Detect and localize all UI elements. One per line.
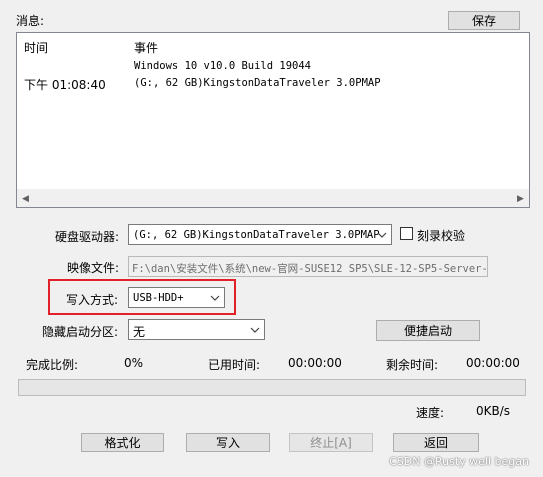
message-log[interactable]: 时间 事件 Windows 10 v10.0 Build 19044 下午 01… <box>16 32 530 208</box>
messages-label: 消息: <box>16 14 45 28</box>
write-mode-select[interactable]: USB-HDD+ <box>128 287 225 308</box>
back-button[interactable]: 返回 <box>393 433 479 452</box>
chevron-down-icon <box>377 232 387 238</box>
hidden-partition-value: 无 <box>133 325 146 339</box>
remaining-label: 剩余时间: <box>386 358 439 372</box>
hidden-partition-label: 隐藏启动分区: <box>42 325 119 339</box>
hidden-partition-select[interactable]: 无 <box>128 319 265 340</box>
write-button[interactable]: 写入 <box>186 433 270 452</box>
disk-select-value: (G:, 62 GB)KingstonDataTraveler 3.0PMAP <box>133 229 380 241</box>
log-row-2-time: 下午 01:08:40 <box>24 78 106 92</box>
chevron-down-icon <box>250 327 260 333</box>
quick-boot-button[interactable]: 便捷启动 <box>376 320 480 341</box>
format-button[interactable]: 格式化 <box>81 433 164 452</box>
log-row-1-event: Windows 10 v10.0 Build 19044 <box>134 60 312 72</box>
scroll-right-icon[interactable]: ▶ <box>512 190 529 207</box>
progress-bar <box>18 379 526 396</box>
remaining-value: 00:00:00 <box>466 356 520 370</box>
verify-checkbox[interactable] <box>400 227 413 240</box>
verify-label: 刻录校验 <box>417 229 466 243</box>
image-file-label: 映像文件: <box>67 261 120 275</box>
chevron-down-icon <box>210 295 220 301</box>
elapsed-value: 00:00:00 <box>288 356 342 370</box>
write-mode-label: 写入方式: <box>66 293 119 307</box>
save-button[interactable]: 保存 <box>448 11 520 30</box>
abort-button[interactable]: 终止[A] <box>289 433 373 452</box>
column-header-event: 事件 <box>134 41 159 55</box>
speed-label: 速度: <box>416 406 445 420</box>
column-header-time: 时间 <box>24 41 49 55</box>
scroll-left-icon[interactable]: ◀ <box>17 190 34 207</box>
disk-select[interactable]: (G:, 62 GB)KingstonDataTraveler 3.0PMAP <box>128 224 392 245</box>
watermark: CSDN @Rusty well began <box>389 455 529 468</box>
disk-label: 硬盘驱动器: <box>55 230 120 244</box>
horizontal-scrollbar[interactable]: ◀ ▶ <box>17 189 529 207</box>
completion-label: 完成比例: <box>26 358 79 372</box>
speed-value: 0KB/s <box>476 404 511 418</box>
elapsed-label: 已用时间: <box>208 358 261 372</box>
image-file-path: F:\dan\安装文件\系统\new-官网-SUSE12 SP5\SLE-12-… <box>132 263 488 275</box>
write-mode-value: USB-HDD+ <box>133 292 184 304</box>
completion-value: 0% <box>124 356 144 370</box>
image-file-field[interactable]: F:\dan\安装文件\系统\new-官网-SUSE12 SP5\SLE-12-… <box>128 256 488 277</box>
log-row-2-event: (G:, 62 GB)KingstonDataTraveler 3.0PMAP <box>134 77 381 89</box>
